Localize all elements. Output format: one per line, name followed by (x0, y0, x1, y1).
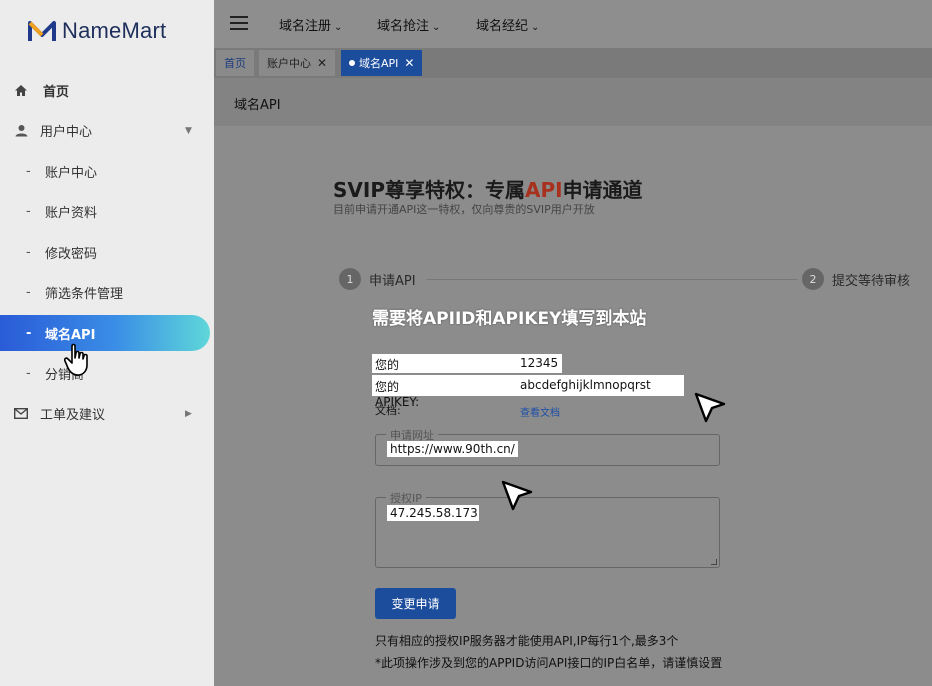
title-suffix: 申请通道 (562, 178, 643, 202)
sidebar-nav: 首页 用户中心 ▼ - 账户中心 - 账户资料 - 修改密码 - 筛选条件管理 … (0, 70, 214, 434)
step-2: 2 提交等待审核 (802, 268, 910, 290)
authorized-ip-textarea[interactable]: 授权IP 47.245.58.173 (375, 490, 720, 568)
whitelist-warning: *此项操作涉及到您的APPID访问API接口的IP白名单，请谨慎设置 (375, 656, 723, 670)
sidebar-item-home[interactable]: 首页 (0, 70, 214, 111)
top-menu-domain-register[interactable]: 域名注册 ⌄ (279, 15, 342, 34)
page-title: 域名API (234, 98, 281, 113)
top-menu-label: 域名注册 (279, 19, 332, 34)
sidebar-item-label: 首页 (43, 84, 70, 100)
namemart-logo-icon (28, 21, 56, 41)
arrow-cursor-icon (694, 392, 726, 423)
step-connector (427, 279, 797, 280)
svip-title: SVIP尊享特权：专属API申请通道 (333, 174, 643, 203)
sidebar-item-change-password[interactable]: - 修改密码 (0, 232, 214, 273)
doc-label: 文档: (375, 404, 401, 417)
dash-marker: - (26, 244, 31, 260)
title-prefix: SVIP尊享特权：专属 (333, 178, 525, 202)
sidebar-item-distributor[interactable]: - 分销商 (0, 353, 214, 394)
sidebar-item-label: 修改密码 (45, 246, 98, 262)
step-number: 2 (802, 268, 824, 290)
url-field[interactable]: 申请网址 https://www.90th.cn/ (375, 427, 720, 466)
top-menu-domain-broker[interactable]: 域名经纪 ⌄ (476, 15, 539, 34)
brand-name: NameMart (62, 18, 167, 43)
dash-marker: - (26, 325, 32, 341)
step-label: 申请API (369, 273, 416, 289)
dash-marker: - (26, 365, 31, 381)
sidebar-item-filter-management[interactable]: - 筛选条件管理 (0, 273, 214, 314)
top-bar: 域名注册 ⌄ 域名抢注 ⌄ 域名经纪 ⌄ (214, 0, 932, 48)
tab-home[interactable]: 首页 (216, 50, 254, 76)
caret-down-icon: ▼ (185, 125, 192, 136)
ip-value: 47.245.58.173 (387, 505, 479, 521)
sidebar-item-domain-api[interactable]: - 域名API (0, 315, 214, 351)
sidebar-item-label: 工单及建议 (40, 408, 106, 424)
tab-label: 域名API (359, 57, 399, 70)
sidebar-item-label: 筛选条件管理 (45, 287, 124, 303)
instruction-notice: 需要将APIID和APIKEY填写到本站 (372, 309, 647, 329)
view-doc-link[interactable]: 查看文档 (520, 404, 560, 419)
chevron-down-icon: ⌄ (334, 22, 343, 33)
user-icon (13, 123, 29, 139)
sidebar-item-tickets[interactable]: 工单及建议 ▶ (0, 394, 214, 435)
active-highlight (0, 315, 210, 351)
mail-icon (13, 406, 29, 422)
main-content: SVIP尊享特权：专属API申请通道 目前申请开通API这一特权，仅向尊贵的SV… (214, 126, 932, 686)
sidebar-item-user-center[interactable]: 用户中心 ▼ (0, 111, 214, 152)
tab-domain-api[interactable]: 域名API ✕ (341, 50, 423, 76)
step-1: 1 申请API (339, 268, 416, 290)
sidebar-item-account-center[interactable]: - 账户中心 (0, 151, 214, 192)
step-label: 提交等待审核 (832, 273, 911, 289)
sidebar-item-label: 账户资料 (45, 206, 98, 222)
svip-subtitle: 目前申请开通API这一特权，仅向尊贵的SVIP用户开放 (333, 203, 595, 216)
top-menu-domain-snap[interactable]: 域名抢注 ⌄ (377, 15, 440, 34)
ip-legend: 授权IP (386, 490, 426, 506)
close-icon[interactable]: ✕ (404, 56, 414, 70)
apiid-value: 12345 (520, 356, 559, 370)
dash-marker: - (26, 163, 31, 179)
ip-limit-note: 只有相应的授权IP服务器才能使用API,IP每行1个,最多3个 (375, 634, 679, 648)
sidebar-item-label: 用户中心 (40, 125, 93, 141)
sidebar-item-label: 域名API (45, 327, 96, 343)
top-menu-label: 域名经纪 (476, 19, 529, 34)
url-value: https://www.90th.cn/ (387, 441, 518, 457)
sidebar-item-account-profile[interactable]: - 账户资料 (0, 192, 214, 233)
tab-account-center[interactable]: 账户中心 ✕ (259, 50, 336, 76)
resize-handle-icon[interactable] (711, 559, 717, 565)
dash-marker: - (26, 204, 31, 220)
active-dot-icon (349, 60, 355, 66)
change-application-button[interactable]: 变更申请 (375, 588, 456, 619)
hamburger-menu-icon[interactable] (230, 16, 248, 30)
close-icon[interactable]: ✕ (317, 56, 327, 70)
brand-logo[interactable]: NameMart (28, 18, 166, 44)
tabs-bar: 首页 账户中心 ✕ 域名API ✕ (214, 48, 932, 78)
hand-pointer-cursor-icon (64, 343, 88, 376)
apikey-value: abcdefghijklmnopqrst (520, 378, 651, 392)
chevron-down-icon: ⌄ (432, 22, 441, 33)
sidebar-item-label: 账户中心 (45, 165, 98, 181)
tab-label: 首页 (224, 57, 246, 70)
caret-right-icon: ▶ (185, 408, 192, 419)
dash-marker: - (26, 285, 31, 301)
chevron-down-icon: ⌄ (531, 22, 540, 33)
sidebar: NameMart 首页 用户中心 ▼ - 账户中心 - 账户资料 - 修改密码 (0, 0, 214, 686)
tab-label: 账户中心 (267, 57, 311, 70)
page-header: 域名API (214, 78, 932, 126)
title-highlight: API (524, 178, 563, 202)
step-number: 1 (339, 268, 361, 290)
arrow-cursor-icon (501, 480, 533, 511)
top-menu-label: 域名抢注 (377, 19, 430, 34)
home-icon (13, 82, 29, 98)
